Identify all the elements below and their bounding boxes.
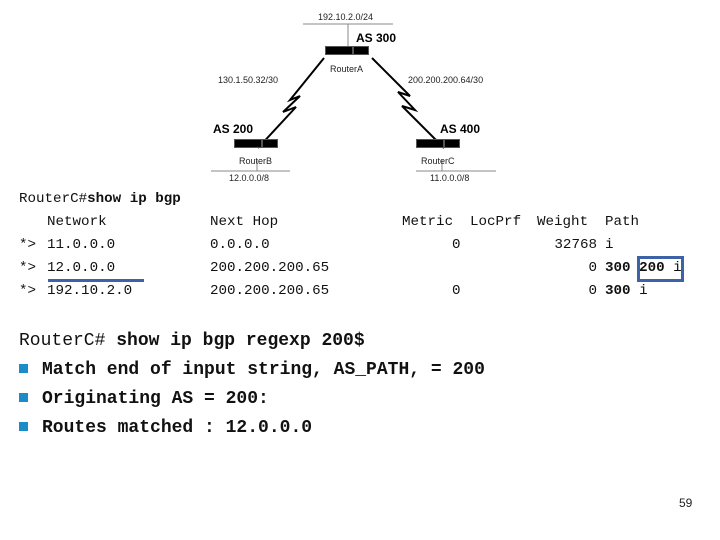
link-ac-label: 200.200.200.64/30 [408,75,484,85]
router-a-as-label: AS 300 [356,31,397,45]
router-a-name: RouterA [330,64,364,74]
row-status: *> [19,283,37,299]
header-weight: Weight [537,214,589,230]
header-metric: Metric [402,214,454,230]
router-c-name: RouterC [421,156,455,166]
header-locprf: LocPrf [470,214,522,230]
router-c-network: 11.0.0.0/8 [430,173,470,183]
router-c-icon[interactable] [416,139,460,148]
highlight-underline [48,279,144,282]
row-metric: 0 [452,283,461,299]
link-ab-serial-icon [257,57,325,149]
row-weight: 0 [588,260,597,276]
row-network: 11.0.0.0 [47,237,116,253]
page-number: 59 [679,496,693,510]
row-network: 12.0.0.0 [47,260,116,276]
row-network: 192.10.2.0 [47,283,133,299]
router-b-name: RouterB [239,156,273,166]
bullet-square-icon [19,364,28,373]
row-metric: 0 [452,237,461,253]
row-status: *> [19,237,37,253]
bullet-item: Match end of input string, AS_PATH, = 20… [19,356,485,385]
link-ab-label: 130.1.50.32/30 [218,75,279,85]
highlight-box [637,256,684,282]
bullet-square-icon [19,393,28,402]
bgp-command: show ip bgp [87,191,181,207]
regexp-command-line: RouterC# show ip bgp regexp 200$ [19,327,365,356]
row-next-hop: 200.200.200.65 [210,260,330,276]
header-next-hop: Next Hop [210,214,279,230]
bullet-square-icon [19,422,28,431]
row-status: *> [19,260,37,276]
top-network-label: 192.10.2.0/24 [318,12,374,22]
router-b-network: 12.0.0.0/8 [229,173,270,183]
router-a-icon[interactable] [325,46,369,55]
bgp-prompt: RouterC# [19,191,88,207]
row-origin: i [605,237,614,253]
header-path: Path [605,214,640,230]
row-path-as: 300 [605,260,631,276]
regexp-prompt: RouterC# [19,331,106,351]
router-b-as-label: AS 200 [213,122,254,136]
bullet-item: Originating AS = 200: [19,385,269,414]
row-next-hop: 0.0.0.0 [210,237,270,253]
router-b-icon[interactable] [234,139,278,148]
router-c-as-label: AS 400 [440,122,481,136]
bgp-command-line: RouterC#show ip bgp [19,188,181,211]
row-weight: 0 [588,283,597,299]
regexp-command: show ip bgp regexp 200$ [105,331,365,351]
row-next-hop: 200.200.200.65 [210,283,330,299]
row-path-as: 300 [605,283,631,299]
bullet-item: Routes matched : 12.0.0.0 [19,414,312,443]
row-path: 300 i [605,280,648,303]
row-origin: i [639,283,648,299]
row-weight: 32768 [554,237,597,253]
header-network: Network [47,214,107,230]
link-ac-serial-icon [371,57,445,149]
network-diagram [211,23,496,172]
